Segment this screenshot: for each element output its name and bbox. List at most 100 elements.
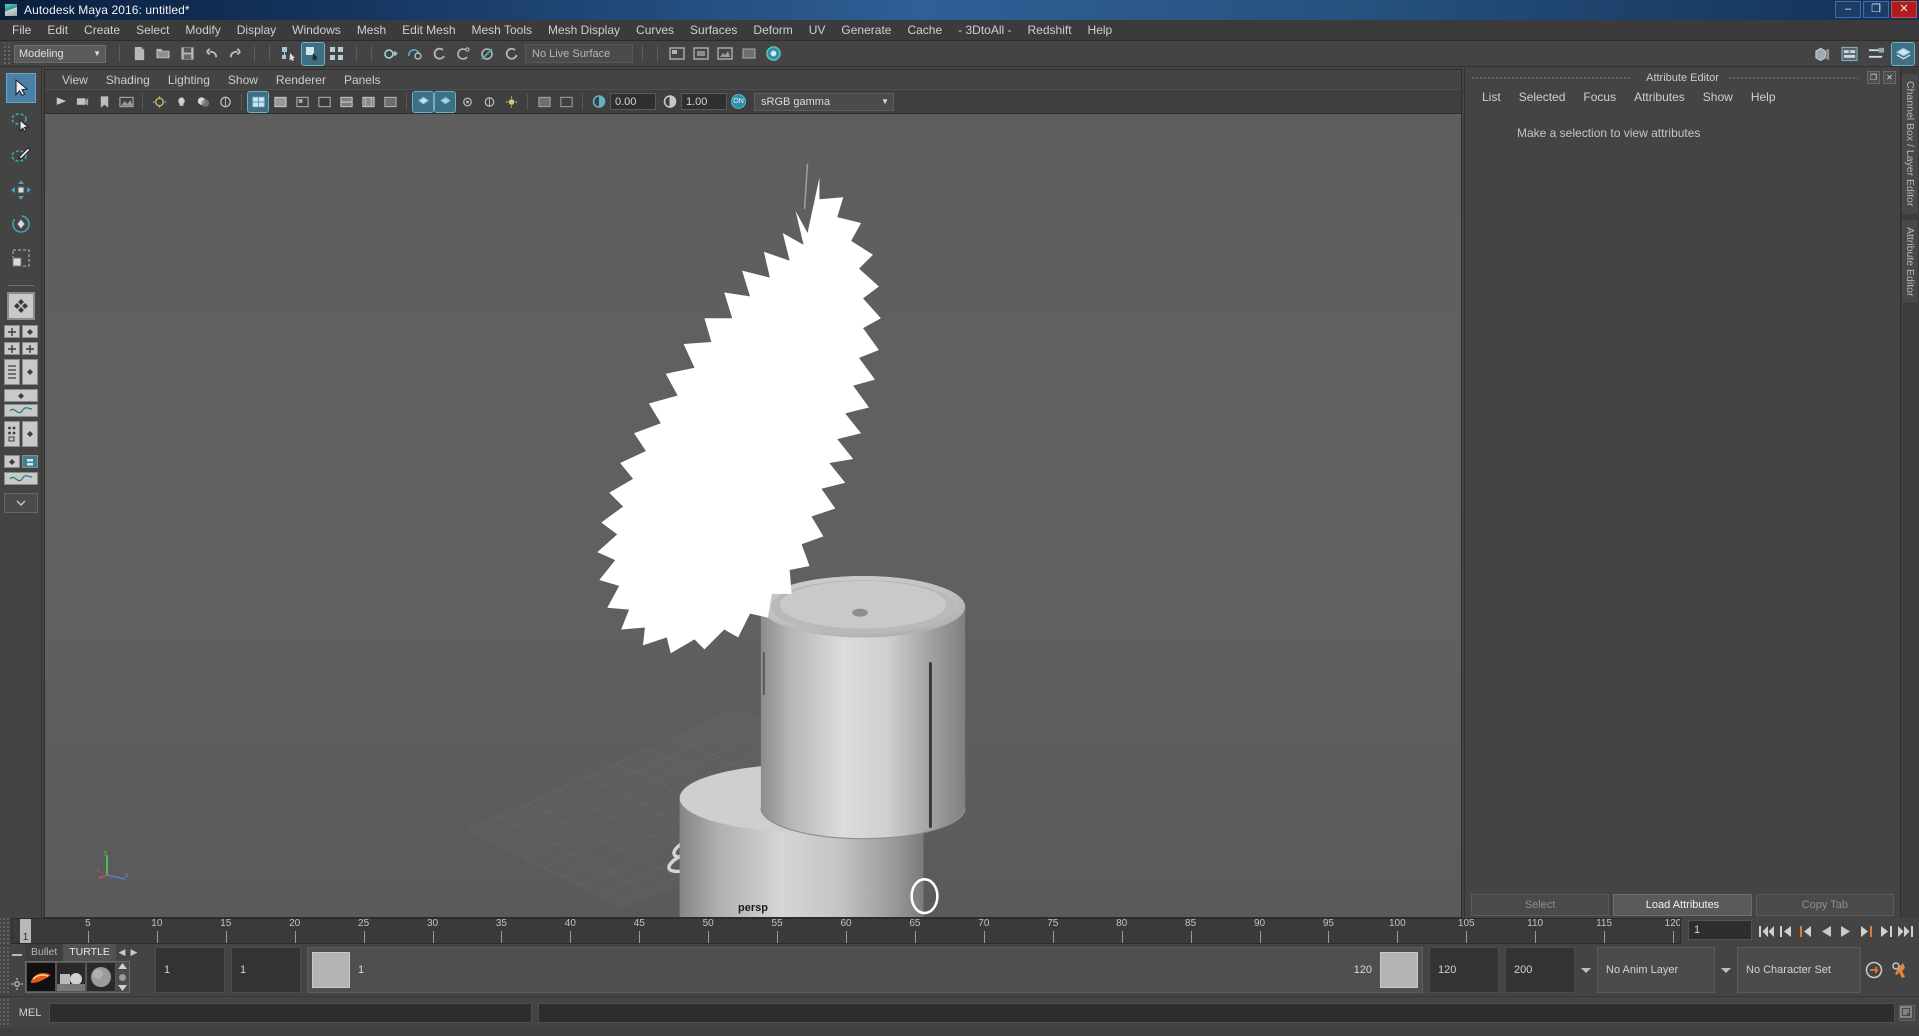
time-slider-grip[interactable]: [0, 918, 11, 944]
minimize-button[interactable]: –: [1835, 1, 1861, 18]
ae-menu-attributes[interactable]: Attributes: [1625, 86, 1694, 108]
shadows-icon[interactable]: [193, 92, 213, 112]
menu-item-redshift[interactable]: Redshift: [1020, 20, 1080, 41]
menu-item-modify[interactable]: Modify: [177, 20, 228, 41]
play-backwards-icon[interactable]: [1817, 921, 1835, 941]
time-cursor[interactable]: 1: [20, 919, 31, 943]
ipr-render-icon[interactable]: [690, 43, 712, 65]
panel-menu-panels[interactable]: Panels: [335, 70, 390, 90]
select-camera-icon[interactable]: [50, 92, 70, 112]
show-hide-tool-settings-icon[interactable]: [1865, 43, 1887, 65]
grid-toggle-icon[interactable]: [534, 92, 554, 112]
xray-icon[interactable]: [412, 90, 434, 113]
outliner-persp-layout[interactable]: [3, 359, 38, 385]
anim-layer-selector[interactable]: No Anim Layer: [1597, 947, 1715, 993]
go-to-start-icon[interactable]: [1757, 921, 1775, 941]
film-gate-icon[interactable]: [556, 92, 576, 112]
snap-to-point-icon[interactable]: [428, 43, 450, 65]
snap-to-curve-icon[interactable]: [404, 43, 426, 65]
image-plane-icon[interactable]: [116, 92, 136, 112]
view-transform-select[interactable]: sRGB gamma ▼: [754, 92, 894, 111]
copy-tab-button[interactable]: Copy Tab: [1755, 894, 1894, 916]
command-input[interactable]: [49, 1002, 532, 1023]
smooth-shade-selected-icon[interactable]: [292, 92, 312, 112]
save-scene-icon[interactable]: [176, 43, 198, 65]
shelf-prev-icon[interactable]: ◀: [116, 944, 128, 961]
menu-item-help[interactable]: Help: [1080, 20, 1121, 41]
time-slider[interactable]: 1 5 10 15 20 25 30 35 40 45 50 55 60 65 70 75 80 85 90 95 1…: [11, 918, 1681, 944]
persp-viewport[interactable]: y x z persp: [44, 113, 1462, 918]
panel-menu-view[interactable]: View: [53, 70, 97, 90]
lasso-select-tool[interactable]: [6, 107, 36, 137]
menu-item-mesh-tools[interactable]: Mesh Tools: [464, 20, 540, 41]
use-default-material-icon[interactable]: [380, 92, 400, 112]
step-back-keyframe-icon[interactable]: [1777, 921, 1795, 941]
panel-menu-lighting[interactable]: Lighting: [159, 70, 219, 90]
menu-item-uv[interactable]: UV: [801, 20, 834, 41]
command-line-grip[interactable]: [0, 998, 11, 1027]
menu-item-mesh[interactable]: Mesh: [349, 20, 394, 41]
load-attributes-button[interactable]: Load Attributes: [1613, 894, 1752, 916]
menu-item-display[interactable]: Display: [229, 20, 284, 41]
snap-to-projected-center-icon[interactable]: [452, 43, 474, 65]
command-language-label[interactable]: MEL: [11, 1007, 49, 1019]
shelf-tab-turtle[interactable]: TURTLE: [63, 944, 116, 961]
screen-space-ao-icon[interactable]: [215, 92, 235, 112]
tab-channel-box-layer-editor[interactable]: Channel Box / Layer Editor: [1901, 73, 1919, 215]
show-hide-channel-box-icon[interactable]: [1891, 41, 1915, 66]
current-frame-field[interactable]: 1: [1688, 920, 1752, 940]
close-button[interactable]: ✕: [1891, 1, 1917, 18]
exposure-reset-icon[interactable]: [479, 92, 499, 112]
tab-attribute-editor[interactable]: Attribute Editor: [1901, 218, 1919, 304]
hypershade-persp-layout[interactable]: [3, 421, 38, 447]
panel-menu-show[interactable]: Show: [219, 70, 267, 90]
turtle-bake-icon[interactable]: [57, 963, 85, 991]
gamma-icon[interactable]: [660, 92, 680, 112]
gamma-field[interactable]: 1.00: [681, 93, 727, 110]
menu-item-surfaces[interactable]: Surfaces: [682, 20, 745, 41]
paint-select-tool[interactable]: [6, 141, 36, 171]
panel-menu-renderer[interactable]: Renderer: [267, 70, 335, 90]
xray-joints-icon[interactable]: [434, 90, 456, 113]
move-tool[interactable]: [6, 175, 36, 205]
ae-menu-help[interactable]: Help: [1742, 86, 1785, 108]
color-management-icon[interactable]: [589, 92, 609, 112]
shelf-next-icon[interactable]: ▶: [128, 944, 140, 961]
wireframe-shading-icon[interactable]: [247, 90, 269, 113]
menu-item-windows[interactable]: Windows: [284, 20, 349, 41]
anim-layer-caret-icon[interactable]: [1581, 967, 1591, 973]
select-by-object-icon[interactable]: [301, 41, 325, 66]
render-current-frame-icon[interactable]: [666, 43, 688, 65]
step-forward-frame-icon[interactable]: [1857, 921, 1875, 941]
menu-item-curves[interactable]: Curves: [628, 20, 682, 41]
textured-icon[interactable]: [358, 92, 378, 112]
shelf-scroll[interactable]: [116, 962, 129, 992]
live-surface-field[interactable]: No Live Surface: [525, 44, 633, 63]
select-by-component-icon[interactable]: [326, 43, 348, 65]
select-button[interactable]: Select: [1471, 894, 1610, 916]
menu-item-mesh-display[interactable]: Mesh Display: [540, 20, 628, 41]
menu-item-edit-mesh[interactable]: Edit Mesh: [394, 20, 463, 41]
single-perspective-layout[interactable]: [6, 292, 35, 320]
animation-preferences-icon[interactable]: [1887, 960, 1913, 980]
close-icon[interactable]: ✕: [1883, 71, 1896, 84]
character-set-caret-icon[interactable]: [1721, 967, 1731, 973]
four-view-layout[interactable]: [3, 325, 38, 338]
anim-end-time-field[interactable]: 200: [1505, 947, 1575, 993]
light-icon[interactable]: [501, 92, 521, 112]
shelf-options-gear-icon[interactable]: [11, 978, 24, 993]
play-forwards-icon[interactable]: [1837, 921, 1855, 941]
anim-start-time-field[interactable]: 1: [155, 947, 225, 993]
ae-menu-focus[interactable]: Focus: [1574, 86, 1625, 108]
smooth-shade-all-icon[interactable]: [270, 92, 290, 112]
step-forward-keyframe-icon[interactable]: [1877, 921, 1895, 941]
hypershade-icon[interactable]: [738, 43, 760, 65]
xray-active-components-icon[interactable]: [457, 92, 477, 112]
playback-end-time-field[interactable]: 120: [1429, 947, 1499, 993]
go-to-end-icon[interactable]: [1897, 921, 1915, 941]
shelf-tab-bullet[interactable]: Bullet: [25, 944, 64, 961]
menu-item-select[interactable]: Select: [128, 20, 177, 41]
camera-attributes-icon[interactable]: [72, 92, 92, 112]
viewport-scene[interactable]: [45, 114, 1461, 917]
shelf-tab-menu-icon[interactable]: [11, 948, 24, 962]
